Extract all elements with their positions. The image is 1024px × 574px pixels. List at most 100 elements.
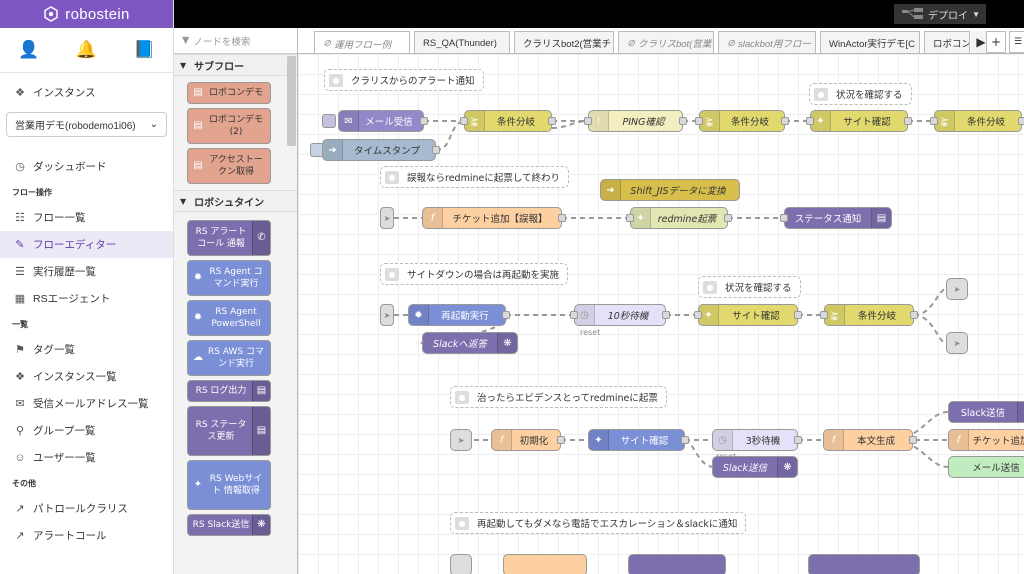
node-switch[interactable]: ⪺ 条件分岐: [934, 110, 1022, 132]
node-switch[interactable]: ⪺ 条件分岐: [824, 304, 914, 326]
tab-slackbot[interactable]: ⊘ slackbot用フロー: [718, 31, 816, 53]
input-port[interactable]: [930, 117, 938, 125]
tab-list-button[interactable]: ☰: [1009, 31, 1024, 53]
node-slack-send[interactable]: Slack送信 ❋: [948, 401, 1024, 423]
node-slack-send[interactable]: Slack送信 ❋: [712, 456, 798, 478]
node-mail-send[interactable]: メール送信: [948, 456, 1024, 478]
palette-node-rs-aws[interactable]: ☁ RS AWS コマンド実行: [187, 340, 271, 376]
palette-node-subflow[interactable]: ▤ アクセストークン取得: [187, 148, 271, 184]
node-mail-receive[interactable]: ✉ メール受信: [338, 110, 424, 132]
comment-node[interactable]: ● 状況を確認する: [698, 276, 801, 298]
output-port[interactable]: [557, 436, 565, 444]
input-port[interactable]: [584, 117, 592, 125]
palette-category-subflow[interactable]: ▼ サブフロー: [174, 54, 297, 76]
comment-node[interactable]: ● 再起動してもダメなら電話でエスカレーション＆slackに通知: [450, 512, 747, 534]
bell-icon[interactable]: 🔔: [76, 40, 97, 60]
comment-node[interactable]: ● 誤報ならredmineに起票して終わり: [380, 166, 570, 188]
caret-down-icon[interactable]: ▼: [972, 10, 980, 19]
palette-scrollbar[interactable]: [287, 56, 296, 146]
node-site-check[interactable]: ✦ サイト確認: [810, 110, 908, 132]
comment-node[interactable]: ● 治ったらエビデンスとってredmineに起票: [450, 386, 667, 408]
node-partial[interactable]: [503, 554, 587, 574]
output-port[interactable]: [681, 436, 689, 444]
node-ticket-add[interactable]: f チケット追加: [948, 429, 1024, 451]
flow-workspace[interactable]: ● クラリスからのアラート通知 ● 状況を確認する ● 誤報ならredmineに起票し…: [298, 54, 1024, 574]
instance-select[interactable]: 営業用デモ(robodemo1i06) ⌄: [6, 112, 167, 137]
node-partial[interactable]: [808, 554, 920, 574]
inject-button[interactable]: [322, 114, 336, 128]
palette-node-rs-slack[interactable]: RS Slack送信 ❋: [187, 514, 271, 536]
node-slack-reply[interactable]: Slackへ返答 ❋: [422, 332, 518, 354]
sidebar-item-patrol-claris[interactable]: ↗ パトロールクラリス: [0, 495, 173, 522]
output-port[interactable]: [910, 311, 918, 319]
output-port[interactable]: [794, 311, 802, 319]
input-port[interactable]: [694, 311, 702, 319]
sidebar-item-dashboard[interactable]: ◷ ダッシュボード: [0, 153, 173, 180]
node-status-notify[interactable]: ステータス通知 ▤: [784, 207, 892, 229]
sidebar-item-tags[interactable]: ⚑ タグ一覧: [0, 336, 173, 363]
output-port[interactable]: [909, 436, 917, 444]
sidebar-item-agent[interactable]: ▦ RSエージェント: [0, 285, 173, 312]
node-restart[interactable]: ✹ 再起動実行: [408, 304, 506, 326]
node-redmine[interactable]: ✦ redmine起票: [630, 207, 728, 229]
node-link-in[interactable]: ➤: [450, 429, 472, 451]
input-port[interactable]: [780, 214, 788, 222]
node-ticket-false-alarm[interactable]: f チケット追加【誤報】: [422, 207, 562, 229]
palette-search-input[interactable]: ▼ ノードを検索: [174, 28, 297, 54]
node-link-in[interactable]: [450, 554, 472, 574]
palette-node-rs-agent-command[interactable]: ✹ RS Agent コマンド実行: [187, 260, 271, 296]
input-port[interactable]: [820, 311, 828, 319]
node-link-out[interactable]: ➤: [946, 278, 968, 300]
palette-node-rs-agent-powershell[interactable]: ✹ RS Agent PowerShell: [187, 300, 271, 336]
node-init[interactable]: f 初期化: [491, 429, 561, 451]
tab-clarisbot2[interactable]: クラリスbot2(営業チ: [514, 31, 614, 53]
tab-robocon[interactable]: ロボコン: [924, 31, 970, 53]
node-switch[interactable]: ⪺ 条件分岐: [699, 110, 785, 132]
sidebar-item-flow-editor[interactable]: ✎ フローエディター: [0, 231, 173, 258]
node-link-out[interactable]: ➤: [946, 332, 968, 354]
output-port[interactable]: [548, 117, 556, 125]
output-port[interactable]: [432, 146, 440, 154]
tab-rs-qa[interactable]: RS_QA(Thunder): [414, 31, 510, 53]
output-port[interactable]: [662, 311, 670, 319]
sidebar-item-mail-addresses[interactable]: ✉ 受信メールアドレス一覧: [0, 390, 173, 417]
node-wait-10s[interactable]: ◷ 10秒待機: [574, 304, 666, 326]
output-port[interactable]: [1018, 117, 1024, 125]
input-port[interactable]: [806, 117, 814, 125]
sidebar-item-alert-call[interactable]: ↗ アラートコール: [0, 522, 173, 549]
brand-bar[interactable]: robostein: [0, 0, 173, 28]
palette-node-rs-alertcall[interactable]: RS アラートコール 通報 ✆: [187, 220, 271, 256]
tab-operation-flow[interactable]: ⊘ 運用フロー例: [314, 31, 410, 53]
output-port[interactable]: [502, 311, 510, 319]
node-switch[interactable]: ⪺ 条件分岐: [464, 110, 552, 132]
user-icon[interactable]: 👤: [18, 40, 39, 60]
output-port[interactable]: [679, 117, 687, 125]
output-port[interactable]: [904, 117, 912, 125]
sidebar-item-users[interactable]: ☺ ユーザー一覧: [0, 444, 173, 471]
node-link-in[interactable]: ➤: [380, 304, 394, 326]
sidebar-item-flow-list[interactable]: ☷ フロー一覧: [0, 204, 173, 231]
tab-clarisbot[interactable]: ⊘ クラリスbot(営業: [618, 31, 714, 53]
node-site-check-2[interactable]: ✦ サイト確認: [698, 304, 798, 326]
comment-node[interactable]: ● クラリスからのアラート通知: [324, 69, 484, 91]
node-link-in[interactable]: ➤: [380, 207, 394, 229]
node-site-check-3[interactable]: ✦ サイト確認: [588, 429, 685, 451]
node-shift-jis[interactable]: ➜ Shift_JISデータに変換: [600, 179, 740, 201]
node-partial[interactable]: [628, 554, 726, 574]
node-body-generate[interactable]: f 本文生成: [823, 429, 913, 451]
sidebar-item-history[interactable]: ☰ 実行履歴一覧: [0, 258, 173, 285]
sidebar-item-groups[interactable]: ⚲ グループ一覧: [0, 417, 173, 444]
input-port[interactable]: [626, 214, 634, 222]
output-port[interactable]: [794, 436, 802, 444]
comment-node[interactable]: ● サイトダウンの場合は再起動を実施: [380, 263, 569, 285]
output-port[interactable]: [420, 117, 428, 125]
deploy-button[interactable]: デプロイ ▼: [894, 4, 986, 24]
comment-node[interactable]: ● 状況を確認する: [809, 83, 912, 105]
palette-category-robostein[interactable]: ▼ ロボシュタイン: [174, 190, 297, 212]
palette-node-subflow[interactable]: ▤ ロボコンデモ: [187, 82, 271, 104]
book-icon[interactable]: 📘: [134, 40, 155, 60]
tab-winactor[interactable]: WinActor実行デモ[C: [820, 31, 920, 53]
input-port[interactable]: [695, 117, 703, 125]
palette-node-rs-log[interactable]: RS ログ出力 ▤: [187, 380, 271, 402]
output-port[interactable]: [558, 214, 566, 222]
